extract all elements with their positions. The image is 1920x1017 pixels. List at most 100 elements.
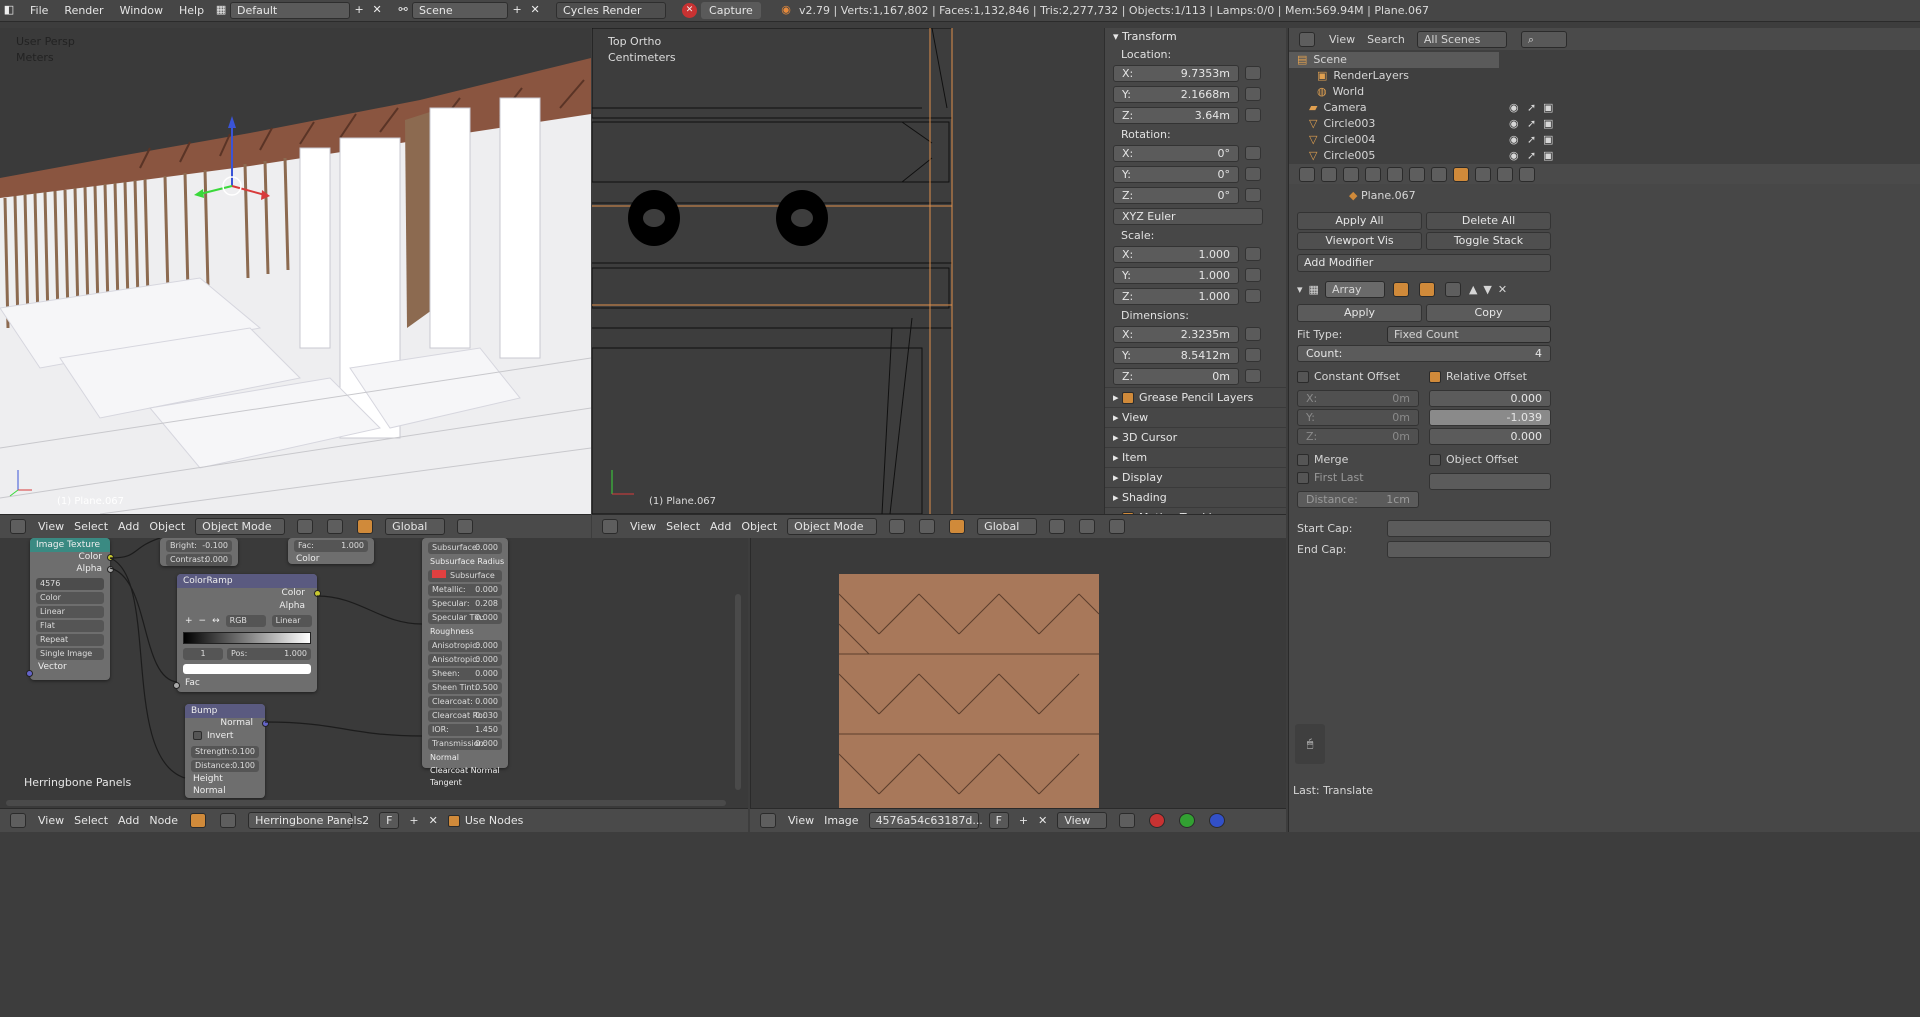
merge-distance-field[interactable]: Distance: 1cm: [1297, 491, 1419, 508]
add-modifier-select[interactable]: Add Modifier: [1297, 254, 1551, 272]
outliner-row-0[interactable]: ▤ Scene: [1289, 52, 1499, 68]
editor-type-icon[interactable]: [602, 519, 618, 534]
lock-icon[interactable]: [1245, 289, 1261, 303]
start-cap-field[interactable]: [1387, 520, 1551, 537]
data-tab-icon[interactable]: [1475, 166, 1491, 182]
color-mode-select[interactable]: RGB: [225, 615, 266, 627]
strength-field[interactable]: Strength: 0.100: [191, 746, 259, 758]
search-field[interactable]: ⌕: [1520, 30, 1567, 48]
principled-input-0[interactable]: Subsurface: 0.000: [428, 542, 502, 554]
color-space-select[interactable]: Color: [36, 592, 104, 604]
relative-offset-1[interactable]: -1.039: [1429, 409, 1551, 426]
color-socket[interactable]: [107, 554, 114, 561]
visibility-eye-icon[interactable]: ◉: [1509, 148, 1519, 164]
menu-view[interactable]: View: [788, 814, 814, 827]
toggle-stack-button[interactable]: Toggle Stack: [1426, 232, 1551, 250]
principled-input-5[interactable]: Specular Tin: 0.000: [428, 612, 502, 624]
stop-color-swatch[interactable]: [183, 664, 311, 674]
scene-tab-icon[interactable]: [1365, 166, 1381, 182]
menu-window[interactable]: Window: [112, 4, 171, 17]
dimension-field-1[interactable]: Y: 8.5412m: [1113, 347, 1239, 364]
contrast-field[interactable]: Contrast: 0.000: [166, 554, 232, 566]
section-5[interactable]: ▸ Shading: [1105, 487, 1286, 507]
add-image-button[interactable]: +: [1019, 814, 1028, 827]
merge-checkbox[interactable]: [1297, 454, 1309, 466]
shader-nodes-icon[interactable]: [190, 813, 207, 828]
object-icon[interactable]: [220, 813, 237, 828]
menu-select[interactable]: Select: [74, 520, 108, 533]
menu-search[interactable]: Search: [1367, 33, 1405, 46]
invert-checkbox[interactable]: [193, 731, 202, 740]
editor-type-icon[interactable]: ◧: [0, 2, 18, 19]
end-cap-field[interactable]: [1387, 541, 1551, 558]
render-engine-select[interactable]: Cycles Render: [556, 2, 667, 19]
stop-index-field[interactable]: 1: [183, 648, 223, 660]
outliner-row-2[interactable]: ◍ World: [1289, 84, 1920, 100]
menu-image[interactable]: Image: [824, 814, 858, 827]
flip-icon[interactable]: ↔: [212, 616, 220, 626]
bright-contrast-node[interactable]: Bright: -0.100 Contrast: 0.000: [160, 538, 238, 566]
lock-icon[interactable]: [1245, 87, 1261, 101]
remove-layout-button[interactable]: ✕: [368, 2, 386, 19]
image-editor[interactable]: [750, 538, 1286, 808]
lock-icon[interactable]: [1245, 327, 1261, 341]
selectable-arrow-icon[interactable]: ➚: [1527, 100, 1536, 116]
viewport-toggle-icon[interactable]: [1418, 281, 1435, 297]
snap-icon[interactable]: [1079, 519, 1096, 534]
editor-type-icon[interactable]: [1299, 166, 1315, 182]
visibility-eye-icon[interactable]: ◉: [1509, 100, 1519, 116]
apply-button[interactable]: Apply: [1297, 304, 1422, 322]
interaction-mode-select[interactable]: Object Mode: [195, 518, 286, 535]
menu-object[interactable]: Object: [149, 520, 185, 533]
render-camera-icon[interactable]: ▣: [1543, 100, 1553, 116]
transform-header[interactable]: ▾ Transform: [1105, 28, 1286, 46]
manipulator-icon[interactable]: [357, 519, 374, 534]
principled-input-1[interactable]: Subsurface Radius: [422, 556, 508, 568]
add-material-button[interactable]: +: [409, 814, 418, 827]
node-editor[interactable]: Image Texture Color Alpha 4576 Color Lin…: [0, 538, 748, 808]
constant-offset-checkbox[interactable]: [1297, 371, 1309, 383]
bright-field[interactable]: Bright: -0.100: [166, 540, 232, 552]
fake-user-button[interactable]: F: [379, 812, 400, 829]
fac-socket[interactable]: [173, 682, 180, 689]
menu-view[interactable]: View: [38, 520, 64, 533]
display-mode-select[interactable]: All Scenes: [1416, 30, 1507, 48]
outliner-row-6[interactable]: ▽ Circle005 ◉ ➚ ▣: [1289, 148, 1920, 164]
shading-icon[interactable]: [889, 519, 906, 534]
menu-file[interactable]: File: [22, 4, 56, 17]
menu-add[interactable]: Add: [118, 520, 139, 533]
offset-object-field[interactable]: [1429, 473, 1551, 490]
move-down-icon[interactable]: ▼: [1483, 283, 1491, 296]
material-tab-icon[interactable]: [1497, 166, 1513, 182]
rotation-field-2[interactable]: Z: 0°: [1113, 187, 1239, 204]
capture-button[interactable]: Capture: [701, 2, 762, 19]
principled-input-12[interactable]: Clearcoat Ro: 0.030: [428, 710, 502, 722]
capture-stop-icon[interactable]: ✕: [682, 3, 698, 18]
first-last-checkbox[interactable]: [1297, 472, 1309, 484]
color-swatch[interactable]: [432, 570, 446, 578]
section-4[interactable]: ▸ Display: [1105, 467, 1286, 487]
render-tab-icon[interactable]: [1321, 166, 1337, 182]
layers-icon[interactable]: [457, 519, 474, 534]
dimension-field-2[interactable]: Z: 0m: [1113, 368, 1239, 385]
menu-node[interactable]: Node: [149, 814, 178, 827]
layout-field[interactable]: Default: [230, 2, 351, 19]
vector-socket[interactable]: [26, 670, 33, 677]
viewport-vis-button[interactable]: Viewport Vis: [1297, 232, 1422, 250]
use-nodes-checkbox[interactable]: [447, 815, 460, 827]
outliner-row-5[interactable]: ▽ Circle004 ◉ ➚ ▣: [1289, 132, 1920, 148]
editmode-toggle-icon[interactable]: [1444, 281, 1461, 297]
relative-offset-checkbox[interactable]: [1429, 371, 1441, 383]
remove-modifier-icon[interactable]: ✕: [1498, 283, 1507, 296]
red-channel-icon[interactable]: [1149, 813, 1166, 828]
menu-view[interactable]: View: [38, 814, 64, 827]
layout-icon[interactable]: ▦: [212, 2, 230, 19]
principled-input-7[interactable]: Anisotropic: 0.000: [428, 640, 502, 652]
lock-icon[interactable]: [1245, 268, 1261, 282]
outliner-row-4[interactable]: ▽ Circle003 ◉ ➚ ▣: [1289, 116, 1920, 132]
outliner-row-1[interactable]: ▣ RenderLayers: [1289, 68, 1920, 84]
lock-icon[interactable]: [1245, 188, 1261, 202]
selectable-arrow-icon[interactable]: ➚: [1527, 116, 1536, 132]
principled-input-15[interactable]: Normal: [422, 752, 508, 764]
section-0[interactable]: ▸ Grease Pencil Layers: [1105, 387, 1286, 407]
